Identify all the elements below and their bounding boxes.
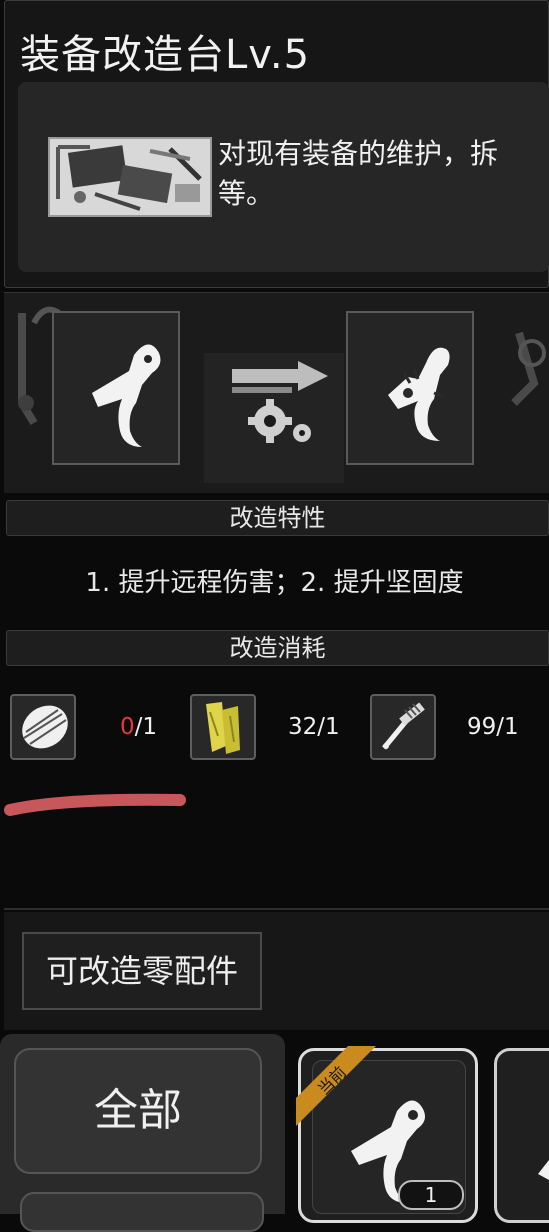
result-part-slot[interactable] <box>346 311 474 465</box>
gears-icon <box>248 399 311 443</box>
material-count-3: 99/1 <box>467 714 519 740</box>
conversion-arrow <box>232 361 328 443</box>
material-slot-3[interactable] <box>370 694 436 760</box>
arrow-right-icon <box>232 361 328 393</box>
material-count-1: 0/1 <box>120 714 158 740</box>
filter-all-button[interactable]: 全部 <box>14 1048 262 1174</box>
traits-heading: 改造特性 <box>6 500 549 536</box>
current-badge: 当前 <box>296 1046 376 1126</box>
trigger-part-icon <box>92 344 161 447</box>
workbench-image <box>48 137 212 217</box>
traits-text: 1. 提升远程伤害；2. 提升坚固度 <box>85 568 464 598</box>
material-slot-1[interactable] <box>10 694 76 760</box>
divider <box>4 908 549 910</box>
upgraded-trigger-part-icon <box>388 347 450 441</box>
material-count-2: 32/1 <box>288 714 340 740</box>
cost-heading: 改造消耗 <box>6 630 549 666</box>
description-line-1: 对现有装备的维护，拆 <box>218 137 499 170</box>
item-quantity-badge: 1 <box>398 1180 464 1210</box>
spring-tool-icon <box>382 702 425 750</box>
partial-part-icon <box>538 1160 549 1180</box>
page-title: 装备改造台Lv.5 <box>20 32 311 78</box>
filter-next-button[interactable] <box>20 1192 264 1232</box>
conversion-panel <box>4 292 549 493</box>
red-scribble-mark <box>4 793 186 816</box>
yellow-plank-icon <box>206 702 240 754</box>
workbench-description: 对现有装备的维护，拆 等。 <box>218 134 549 214</box>
inventory-card-next[interactable] <box>494 1048 549 1223</box>
material-slot-2[interactable] <box>190 694 256 760</box>
description-line-2: 等。 <box>218 177 275 210</box>
description-box: 对现有装备的维护，拆 等。 <box>18 82 549 272</box>
wrapped-bone-icon <box>22 705 68 749</box>
modifiable-parts-button[interactable]: 可改造零配件 <box>22 932 262 1010</box>
source-part-slot[interactable] <box>52 311 180 465</box>
